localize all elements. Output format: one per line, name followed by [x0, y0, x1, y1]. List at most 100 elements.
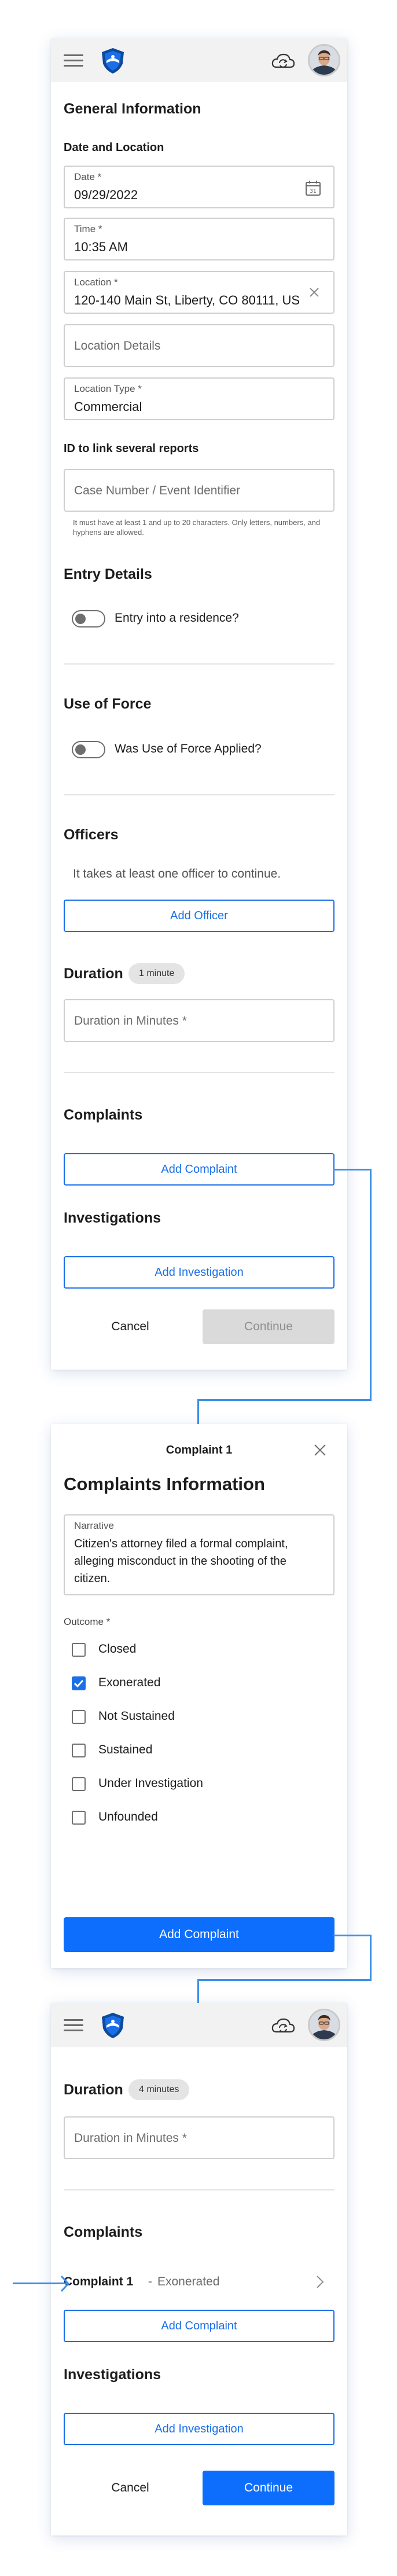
divider [64, 663, 334, 665]
duration-field[interactable]: Duration in Minutes * [64, 999, 334, 1042]
page-title: General Information [64, 101, 201, 117]
cancel-button[interactable]: Cancel [64, 2481, 197, 2495]
time-label: Time * [74, 223, 102, 234]
flow-connector [197, 1399, 372, 1401]
location-type-value: Commercial [74, 399, 142, 414]
cloud-sync-icon[interactable] [271, 2017, 295, 2035]
add-officer-button[interactable]: Add Officer [64, 900, 334, 932]
chevron-right-icon [317, 2276, 324, 2288]
top-app-bar [51, 2003, 347, 2047]
date-location-heading: Date and Location [64, 141, 164, 154]
cancel-button[interactable]: Cancel [64, 1320, 197, 1334]
add-complaint-button[interactable]: Add Complaint [64, 1153, 334, 1186]
highlight-arrow-head [60, 2275, 70, 2292]
flow-connector [197, 1979, 199, 2003]
section-title: Complaints Information [64, 1474, 265, 1494]
use-of-force-label: Was Use of Force Applied? [115, 742, 262, 755]
flow-connector [370, 1169, 372, 1401]
duration-field[interactable]: Duration in Minutes * [64, 2116, 334, 2159]
continue-button[interactable]: Continue [203, 2471, 334, 2505]
complaint-item-status: Exonerated [157, 2275, 220, 2288]
location-value: 120-140 Main St, Liberty, CO 80111, USA [74, 293, 300, 307]
calendar-icon[interactable]: 31 [304, 179, 322, 197]
flow-connector [333, 1169, 372, 1170]
location-type-label: Location Type * [74, 383, 142, 394]
narrative-field[interactable]: Narrative Citizen's attorney filed a for… [64, 1514, 334, 1595]
investigations-heading: Investigations [64, 2366, 161, 2383]
outcome-checkbox[interactable] [72, 1676, 86, 1690]
case-number-helper: It must have at least 1 and up to 20 cha… [73, 518, 321, 537]
flow-connector [197, 1399, 199, 1425]
check-icon [73, 1679, 84, 1688]
complaints-heading: Complaints [64, 2224, 143, 2240]
complaint-item-separator: - [145, 2275, 156, 2288]
badge-shield-icon [102, 2013, 124, 2038]
location-label: Location * [74, 277, 118, 288]
officers-heading: Officers [64, 827, 119, 843]
add-complaint-submit-button[interactable]: Add Complaint [64, 1917, 334, 1952]
divider [64, 2189, 334, 2190]
continue-button-disabled[interactable]: Continue [203, 1309, 334, 1344]
general-information-screen: General Information Date and Location Da… [51, 38, 347, 1370]
close-icon[interactable] [313, 1443, 328, 1458]
entry-residence-label: Entry into a residence? [115, 611, 239, 625]
hamburger-icon[interactable] [64, 2019, 83, 2032]
duration-placeholder: Duration in Minutes * [74, 1014, 187, 1028]
date-label: Date * [74, 171, 102, 182]
location-field[interactable]: Location * 120-140 Main St, Liberty, CO … [64, 271, 334, 314]
complaint-list-item[interactable]: Complaint 1 - Exonerated [64, 2266, 334, 2298]
outcome-checkbox[interactable] [72, 1744, 86, 1757]
outcome-label: Outcome * [64, 1616, 111, 1627]
clear-location-icon[interactable] [308, 286, 321, 299]
outcome-option-label: Under Investigation [98, 1777, 203, 1790]
complaints-heading: Complaints [64, 1107, 143, 1123]
entry-details-heading: Entry Details [64, 566, 152, 582]
case-number-placeholder: Case Number / Event Identifier [74, 484, 241, 497]
location-details-field[interactable]: Location Details [64, 324, 334, 367]
duration-badge: 1 minute [128, 963, 185, 984]
outcome-option-label: Exonerated [98, 1676, 161, 1689]
time-value: 10:35 AM [74, 240, 128, 254]
add-complaint-button[interactable]: Add Complaint [64, 2310, 334, 2342]
location-type-select[interactable]: Location Type * Commercial [64, 377, 334, 420]
complaint-modal-screen: Complaint 1 Complaints Information Narra… [51, 1424, 347, 1968]
flow-connector [370, 1935, 372, 1981]
flow-connector [197, 1979, 372, 1981]
outcome-option-label: Unfounded [98, 1810, 158, 1823]
outcome-checkbox[interactable] [72, 1710, 86, 1724]
use-of-force-toggle[interactable] [72, 741, 105, 758]
narrative-label: Narrative [74, 1520, 114, 1531]
add-investigation-button[interactable]: Add Investigation [64, 1256, 334, 1289]
modal-title: Complaint 1 [166, 1444, 233, 1456]
officers-message: It takes at least one officer to continu… [73, 867, 281, 880]
time-field[interactable]: Time * 10:35 AM [64, 218, 334, 260]
svg-text:31: 31 [310, 189, 316, 195]
location-details-placeholder: Location Details [74, 339, 161, 353]
outcome-option-label: Not Sustained [98, 1709, 175, 1723]
hamburger-icon[interactable] [64, 54, 83, 67]
add-investigation-button[interactable]: Add Investigation [64, 2413, 334, 2445]
duration-heading: Duration [64, 966, 123, 982]
link-reports-heading: ID to link several reports [64, 442, 199, 455]
narrative-value: Citizen's attorney filed a formal compla… [74, 1537, 288, 1585]
cloud-sync-icon[interactable] [271, 52, 295, 71]
updated-form-screen: Duration 4 minutes Duration in Minutes *… [51, 2003, 347, 2535]
outcome-option-label: Sustained [98, 1743, 153, 1756]
officer-avatar[interactable] [308, 44, 340, 76]
outcome-option-label: Closed [98, 1642, 137, 1656]
divider [64, 1072, 334, 1073]
outcome-checkbox[interactable] [72, 1811, 86, 1825]
case-number-field[interactable]: Case Number / Event Identifier [64, 469, 334, 512]
entry-residence-toggle[interactable] [72, 610, 105, 628]
officer-avatar[interactable] [308, 2009, 340, 2041]
outcome-checkbox[interactable] [72, 1643, 86, 1657]
date-value: 09/29/2022 [74, 188, 138, 202]
badge-shield-icon [102, 48, 124, 74]
duration-heading: Duration [64, 2082, 123, 2098]
duration-badge: 4 minutes [128, 2079, 190, 2100]
outcome-checkbox[interactable] [72, 1777, 86, 1791]
investigations-heading: Investigations [64, 1210, 161, 1226]
date-field[interactable]: Date * 09/29/2022 31 [64, 166, 334, 208]
use-of-force-heading: Use of Force [64, 696, 152, 712]
divider [64, 794, 334, 795]
